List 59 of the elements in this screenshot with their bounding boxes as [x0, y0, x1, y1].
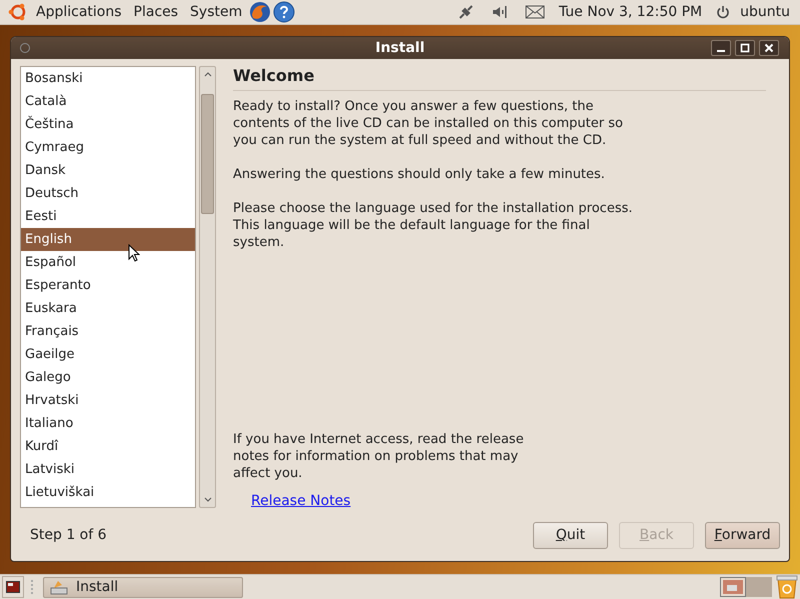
- workspace-button[interactable]: [720, 577, 746, 597]
- menu-item[interactable]: Places: [128, 4, 184, 20]
- scrollbar-thumb[interactable]: [201, 94, 214, 214]
- scroll-up-icon[interactable]: [204, 72, 212, 77]
- window-title: Install: [375, 40, 425, 56]
- network-plug-icon[interactable]: [456, 3, 475, 21]
- ubuntu-logo-icon[interactable]: [8, 2, 28, 22]
- close-icon[interactable]: [764, 43, 774, 53]
- dialog-button: Back: [619, 522, 694, 548]
- language-item[interactable]: Deutsch: [21, 182, 195, 205]
- language-item[interactable]: Galego: [21, 366, 195, 389]
- desktop-icon[interactable]: [6, 581, 20, 593]
- volume-icon[interactable]: [490, 3, 509, 21]
- language-item[interactable]: Bosanski: [21, 67, 195, 90]
- show-desktop-button[interactable]: [2, 576, 24, 598]
- page-heading: Welcome: [233, 66, 766, 91]
- maximize-button[interactable]: [735, 40, 755, 56]
- language-item[interactable]: Gaeilge: [21, 343, 195, 366]
- help-icon[interactable]: [273, 1, 296, 23]
- browser-icon[interactable]: [249, 1, 272, 23]
- paragraph: Answering the questions should only take a few minutes.: [233, 166, 606, 183]
- mail-icon[interactable]: [524, 5, 545, 19]
- dialog-button[interactable]: Forward: [705, 522, 780, 548]
- language-item[interactable]: Français: [21, 320, 195, 343]
- menu-item[interactable]: System: [184, 4, 248, 20]
- language-item[interactable]: Esperanto: [21, 274, 195, 297]
- release-notes-link[interactable]: Release Notes: [251, 493, 351, 509]
- language-item[interactable]: Italiano: [21, 412, 195, 435]
- window-menu-icon[interactable]: [20, 43, 30, 53]
- installer-icon[interactable]: [50, 579, 68, 595]
- scroll-down-icon[interactable]: [204, 497, 212, 502]
- taskbar-button[interactable]: Install: [43, 576, 243, 598]
- power-icon[interactable]: [716, 5, 730, 19]
- dialog-button[interactable]: Quit: [533, 522, 608, 548]
- language-item[interactable]: Euskara: [21, 297, 195, 320]
- language-item[interactable]: Hrvatski: [21, 389, 195, 412]
- trash-icon[interactable]: [776, 575, 798, 599]
- close-button[interactable]: [759, 40, 779, 56]
- minimize-button[interactable]: [711, 40, 731, 56]
- language-item[interactable]: Dansk: [21, 159, 195, 182]
- language-item[interactable]: English: [21, 228, 195, 251]
- language-item[interactable]: Español: [21, 251, 195, 274]
- language-item[interactable]: Kurdî: [21, 435, 195, 458]
- step-indicator: Step 1 of 6: [30, 527, 107, 543]
- language-item[interactable]: Lietuviškai: [21, 481, 195, 504]
- mouse-pointer-icon: [128, 244, 140, 263]
- menu-item[interactable]: Applications: [30, 4, 128, 20]
- maximize-icon[interactable]: [740, 43, 750, 53]
- language-item[interactable]: Cymraeg: [21, 136, 195, 159]
- paragraph: Ready to install? Once you answer a few questions, the contents of the live CD can be installed on this computer so you can run the system at full speed and without the CD.: [233, 98, 624, 149]
- user-name[interactable]: ubuntu: [738, 4, 796, 20]
- language-item[interactable]: Eesti: [21, 205, 195, 228]
- release-notes-text: If you have Internet access, read the release notes for information on problems that may affect you.: [233, 431, 525, 482]
- clock[interactable]: Tue Nov 3, 12:50 PM: [552, 4, 708, 20]
- language-item[interactable]: Català: [21, 90, 195, 113]
- language-item[interactable]: Latviski: [21, 458, 195, 481]
- scrollbar[interactable]: [199, 66, 216, 508]
- language-item[interactable]: Čeština: [21, 113, 195, 136]
- paragraph: Please choose the language used for the installation process. This language will be the default language for the final system.: [233, 200, 633, 251]
